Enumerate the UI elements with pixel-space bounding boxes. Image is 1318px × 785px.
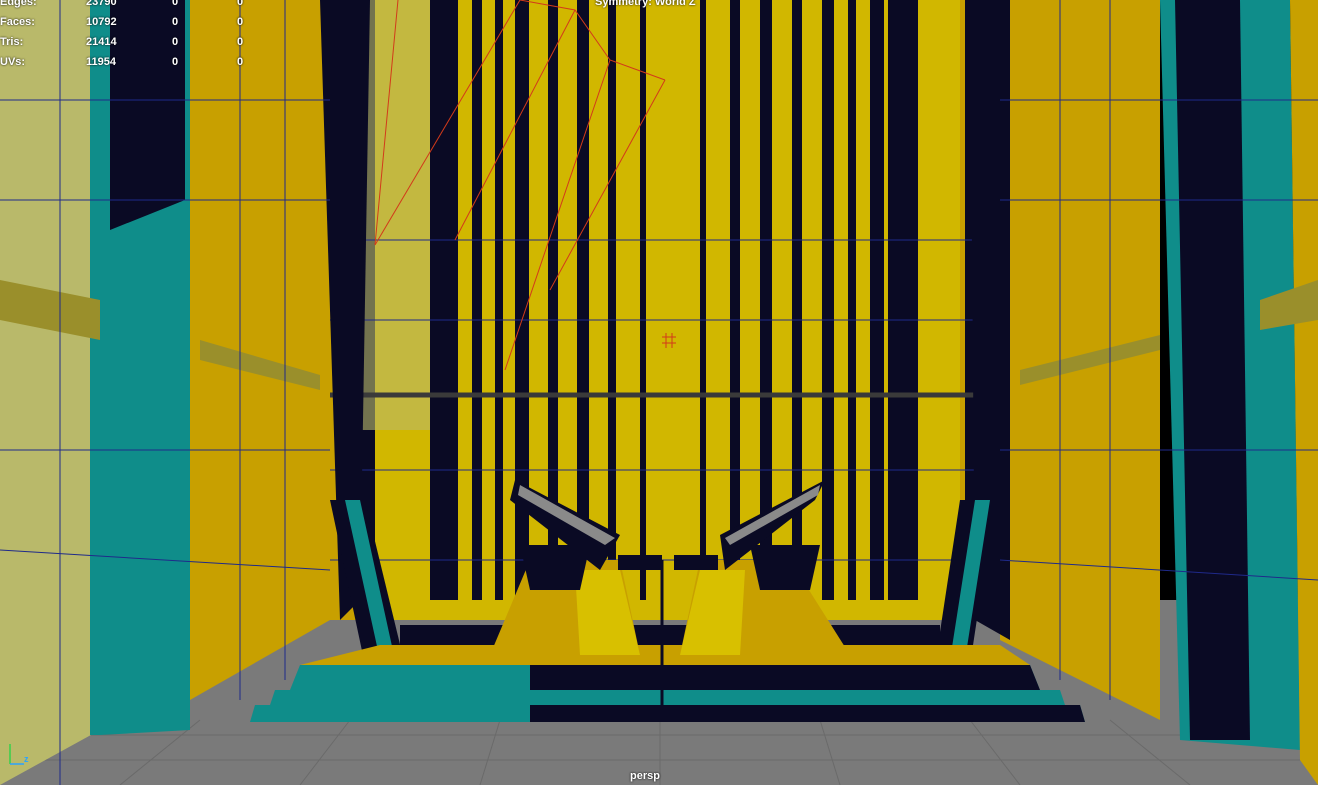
axis-z-label: z	[24, 754, 29, 764]
back-wall	[330, 0, 1000, 620]
hud-other: 0	[237, 0, 244, 8]
hud-other: 0	[237, 16, 244, 28]
hud-label: Faces:	[0, 16, 35, 28]
hud-selected: 0	[172, 0, 179, 8]
hud-selected: 0	[172, 56, 179, 68]
scene-render[interactable]	[0, 0, 1318, 785]
hud-total: 10792	[86, 16, 117, 28]
hud-row-tris: Tris: 21414 0 0	[0, 36, 260, 60]
hud-total: 11954	[86, 56, 116, 68]
hud-row-faces: Faces: 10792 0 0	[0, 16, 260, 40]
hud-other: 0	[237, 36, 244, 48]
hud-selected: 0	[172, 16, 179, 28]
hud-other: 0	[237, 56, 244, 68]
hud-total: 23790	[86, 0, 117, 8]
camera-name-label: persp	[630, 770, 660, 782]
axis-gizmo-icon	[9, 744, 24, 765]
hud-row-edges: Edges: 23790 0 0	[0, 0, 260, 20]
maya-viewport[interactable]: Edges: 23790 0 0 Faces: 10792 0 0 Tris: …	[0, 0, 1318, 785]
hud-selected: 0	[172, 36, 179, 48]
axis-gizmo: z	[2, 738, 42, 768]
hud-total: 21414	[86, 36, 117, 48]
hud-label: UVs:	[0, 56, 26, 68]
hud-row-uvs: UVs: 11954 0 0	[0, 56, 260, 80]
hud-label: Edges:	[0, 0, 37, 8]
symmetry-label: Symmetry: World Z	[595, 0, 696, 8]
poly-count-hud: Edges: 23790 0 0 Faces: 10792 0 0 Tris: …	[0, 0, 260, 80]
hud-label: Tris:	[0, 36, 24, 48]
